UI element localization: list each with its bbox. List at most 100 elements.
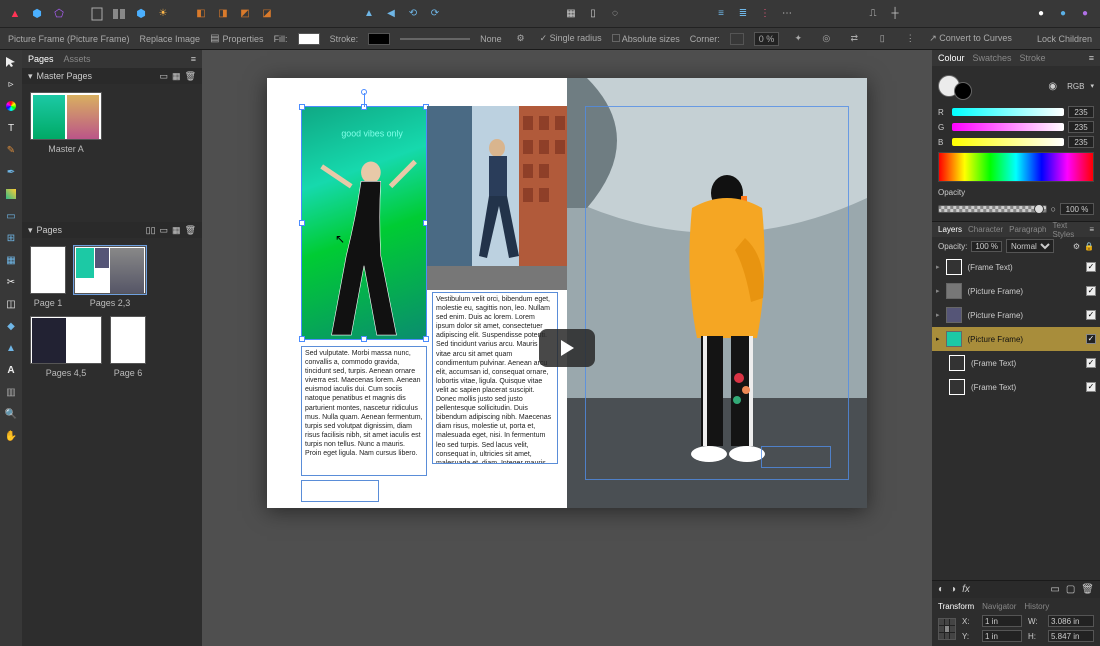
pages-23-thumb[interactable]	[74, 246, 146, 294]
spectrum-picker[interactable]	[938, 152, 1094, 182]
edit-all-icon[interactable]: ▭	[1050, 584, 1059, 595]
add-page-icon[interactable]: ▭	[160, 225, 169, 236]
replace-image-button[interactable]: Replace Image	[140, 34, 201, 44]
transform-y-input[interactable]	[982, 630, 1022, 642]
node-tool[interactable]: ▹	[3, 76, 19, 92]
help-icon[interactable]: ●	[1032, 5, 1050, 23]
layer-row[interactable]: ▸(Picture Frame)✓	[932, 279, 1100, 303]
r-value[interactable]: 235	[1068, 106, 1094, 118]
colour-menu-icon[interactable]: ≡	[1089, 53, 1094, 63]
paragraph-tab[interactable]: Paragraph	[1009, 225, 1046, 234]
zoom-tool[interactable]: 🔍	[3, 406, 19, 422]
delete-page-icon[interactable]: 🗑	[185, 225, 196, 236]
add-layer-icon[interactable]: ▢	[1066, 584, 1075, 595]
chevron-down-icon-2[interactable]: ▾	[28, 225, 33, 236]
gear-icon[interactable]: ⚙	[1073, 242, 1080, 251]
align-center-icon[interactable]: ≣	[734, 5, 752, 23]
layer-row[interactable]: (Frame Text)✓	[932, 375, 1100, 399]
fill-swatch[interactable]	[298, 33, 320, 45]
flip-v-icon[interactable]: ◀	[382, 5, 400, 23]
artistic-text-tool[interactable]: A	[3, 362, 19, 378]
layer-row[interactable]: ▸(Picture Frame)✓	[932, 303, 1100, 327]
layer-row[interactable]: (Frame Text)✓	[932, 351, 1100, 375]
gear-icon[interactable]: ⚙	[512, 30, 530, 48]
fill-tool[interactable]: ◆	[3, 318, 19, 334]
tool-icon-1[interactable]: ⬢	[132, 5, 150, 23]
properties-button[interactable]: ▤Properties	[210, 33, 263, 44]
move-tool[interactable]	[3, 54, 19, 70]
pen-tool[interactable]: ✒	[3, 164, 19, 180]
chevron-icon[interactable]: ▸	[936, 311, 940, 319]
persona-photo-icon[interactable]: ⬠	[50, 5, 68, 23]
gradient-tool[interactable]	[3, 186, 19, 202]
persona-designer-icon[interactable]: ⬢	[28, 5, 46, 23]
fx-icon[interactable]: fx	[962, 584, 970, 595]
hand-tool[interactable]: ✋	[3, 428, 19, 444]
master-a-thumb[interactable]	[30, 92, 102, 140]
ungroup-icon[interactable]: ▯	[584, 5, 602, 23]
visibility-check[interactable]: ✓	[1086, 286, 1096, 296]
chevron-down-icon[interactable]: ▾	[1090, 82, 1094, 90]
textstyles-tab[interactable]: Text Styles	[1053, 221, 1078, 239]
store-icon[interactable]: ●	[1076, 5, 1094, 23]
arrange-frontone-icon[interactable]: ◩	[236, 5, 254, 23]
text-frame-left[interactable]: Sed vulputate. Morbi massa nunc, convall…	[301, 346, 427, 476]
rotate-cw-icon[interactable]: ⟳	[426, 5, 444, 23]
layer-row[interactable]: ▸(Frame Text)✓	[932, 255, 1100, 279]
canvas[interactable]: good vibes only	[202, 50, 932, 646]
transform-x-input[interactable]	[982, 615, 1022, 627]
layer-row-selected[interactable]: ▸(Picture Frame)✓	[932, 327, 1100, 351]
chevron-down-icon[interactable]: ▾	[28, 71, 33, 82]
cycle-icon[interactable]: ⇄	[845, 30, 863, 48]
corner-type-icon[interactable]	[730, 33, 744, 45]
colour-tab[interactable]: Colour	[938, 53, 965, 63]
show-rotation-icon[interactable]: ✦	[789, 30, 807, 48]
view-list-icon-2[interactable]: ▦	[172, 225, 181, 236]
account-icon[interactable]: ●	[1054, 5, 1072, 23]
spread-setup-icon[interactable]	[110, 5, 128, 23]
mask-icon[interactable]: ◐	[938, 584, 944, 595]
lock-icon[interactable]: 🔒	[1084, 242, 1094, 251]
corner-value[interactable]: 0 %	[754, 32, 780, 46]
r-slider[interactable]	[952, 108, 1064, 116]
anchor-selector[interactable]	[938, 618, 956, 640]
colour-mode-label[interactable]: RGB	[1067, 82, 1084, 91]
g-slider[interactable]	[952, 123, 1064, 131]
group-icon[interactable]: ▦	[562, 5, 580, 23]
single-radius-checkbox[interactable]: ✓ Single radius	[540, 33, 602, 44]
visibility-check[interactable]: ✓	[1086, 334, 1096, 344]
flip-h-icon[interactable]: ▲	[360, 5, 378, 23]
sun-icon[interactable]: ☀	[154, 5, 172, 23]
layers-tab[interactable]: Layers	[938, 225, 962, 234]
absolute-sizes-checkbox[interactable]: Absolute sizes	[612, 34, 680, 44]
transform-tab[interactable]: Transform	[938, 602, 974, 611]
frames-tool[interactable]: ▥	[3, 384, 19, 400]
picture-frame-selected[interactable]: good vibes only	[301, 106, 427, 340]
table-tool[interactable]: ▦	[3, 252, 19, 268]
pages-tab[interactable]: Pages	[28, 54, 54, 64]
arrange-backone-icon[interactable]: ◨	[214, 5, 232, 23]
doc-setup-icon[interactable]	[88, 5, 106, 23]
view-spreads-icon[interactable]: ▯▯	[146, 225, 156, 236]
shape-tool[interactable]: ▭	[3, 208, 19, 224]
app-icon[interactable]: ▲	[6, 5, 24, 23]
g-value[interactable]: 235	[1068, 121, 1094, 133]
align-left-icon[interactable]: ≡	[712, 5, 730, 23]
picker-icon[interactable]: ◉	[1048, 81, 1057, 92]
transform-h-input[interactable]	[1048, 630, 1094, 642]
layer-opacity-value[interactable]: 100 %	[971, 241, 1002, 252]
page-6-thumb[interactable]	[110, 316, 146, 364]
visibility-check[interactable]: ✓	[1086, 310, 1096, 320]
align-right-icon[interactable]: ⋮	[756, 5, 774, 23]
snapping-icon[interactable]: ⎍	[864, 5, 882, 23]
dashed-icon[interactable]: ◌	[606, 5, 624, 23]
text-tool[interactable]: T	[3, 120, 19, 136]
character-tab[interactable]: Character	[968, 225, 1003, 234]
visibility-check[interactable]: ✓	[1086, 382, 1096, 392]
layers-menu-icon[interactable]: ≡	[1089, 225, 1094, 234]
adjust-icon[interactable]: ◑	[950, 584, 956, 595]
brush-tool[interactable]: ✎	[3, 142, 19, 158]
video-play-button[interactable]	[539, 329, 595, 367]
b-slider[interactable]	[952, 138, 1064, 146]
text-frame-empty[interactable]	[301, 480, 379, 502]
